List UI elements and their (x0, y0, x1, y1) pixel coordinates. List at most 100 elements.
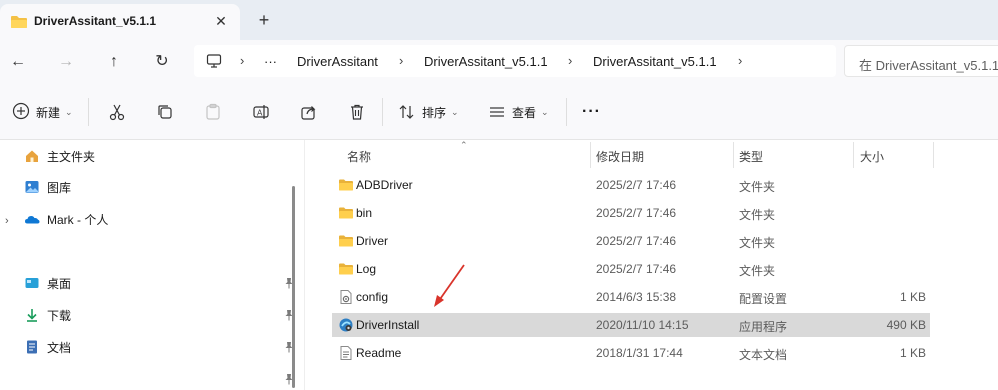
refresh-button[interactable]: ↻ (150, 50, 174, 74)
file-date: 2025/2/7 17:46 (596, 206, 677, 220)
address-row: ← → ↑ ↻ › ··· DriverAssitant › DriverAss… (0, 40, 998, 84)
file-date: 2025/2/7 17:46 (596, 262, 677, 276)
view-button[interactable]: 查看 ⌄ (488, 102, 549, 122)
breadcrumb-chevron[interactable]: › (738, 53, 742, 68)
up-button[interactable]: ↑ (102, 50, 126, 74)
desktop-icon (24, 275, 40, 291)
table-row[interactable]: bin 2025/2/7 17:46 文件夹 (332, 201, 930, 225)
svg-text:A: A (257, 109, 263, 118)
breadcrumb-chevron[interactable]: › (568, 53, 572, 68)
sidebar-item-desktop[interactable]: 桌面 (24, 273, 71, 293)
file-type: 文件夹 (739, 208, 776, 222)
forward-button[interactable]: → (54, 50, 78, 74)
rename-button[interactable]: A (252, 102, 270, 122)
search-box[interactable]: 在 DriverAssitant_v5.1.1 中搜索 (844, 45, 998, 77)
sidebar-scrollbar[interactable] (292, 186, 295, 388)
folder-icon (10, 15, 28, 32)
column-header-modified[interactable]: 修改日期 (596, 148, 644, 165)
table-row[interactable]: Readme 2018/1/31 17:44 文本文档 1 KB (332, 341, 930, 365)
column-divider[interactable] (590, 142, 591, 168)
share-button[interactable] (300, 102, 318, 122)
expand-chevron-icon[interactable]: › (5, 215, 9, 227)
toolbar-divider (382, 98, 383, 126)
table-row[interactable]: Driver 2025/2/7 17:46 文件夹 (332, 229, 930, 253)
file-name: ADBDriver (356, 178, 413, 192)
tab-active[interactable]: DriverAssitant_v5.1.1 ✕ (0, 4, 240, 40)
sidebar-item-gallery[interactable]: 图库 (24, 177, 71, 197)
breadcrumb-item[interactable]: DriverAssitant_v5.1.1 (593, 54, 717, 69)
file-type: 文件夹 (739, 264, 776, 278)
file-name: config (356, 290, 389, 304)
column-header-type[interactable]: 类型 (739, 148, 763, 165)
file-date: 2018/1/31 17:44 (596, 346, 683, 360)
table-row[interactable]: config 2014/6/3 15:38 配置设置 1 KB (332, 285, 930, 309)
more-options-button[interactable]: ··· (582, 102, 601, 122)
file-type: 文件夹 (739, 180, 776, 194)
sidebar-item-onedrive[interactable]: Mark - 个人 (24, 209, 108, 229)
file-name: Log (356, 262, 377, 276)
toolbar-divider (88, 98, 89, 126)
folder-icon (338, 261, 354, 277)
file-name: Readme (356, 346, 402, 360)
column-header-size[interactable]: 大小 (860, 148, 884, 165)
share-icon (301, 106, 316, 120)
file-list: ⌃ 名称 修改日期 类型 大小 ADBDriver 2025/2/7 17:46… (305, 140, 998, 390)
cut-button[interactable] (108, 102, 126, 122)
toolbar-divider (566, 98, 567, 126)
breadcrumb-item[interactable]: DriverAssitant_v5.1.1 (424, 54, 548, 69)
folder-icon (338, 205, 354, 221)
scissors-icon (109, 104, 125, 121)
file-date: 2025/2/7 17:46 (596, 178, 677, 192)
search-placeholder: 在 DriverAssitant_v5.1.1 中搜索 (859, 58, 998, 73)
column-header-name[interactable]: 名称 (347, 148, 371, 165)
back-button[interactable]: ← (6, 50, 30, 74)
sidebar-item-downloads[interactable]: 下载 (24, 305, 71, 325)
view-icon (490, 107, 504, 117)
chevron-down-icon: ⌄ (65, 106, 73, 117)
breadcrumb-overflow[interactable]: ··· (264, 54, 277, 69)
sidebar-item-label: 图库 (47, 180, 72, 195)
sort-icon (399, 105, 414, 119)
new-label: 新建 (36, 105, 61, 120)
new-button[interactable]: 新建 ⌄ (12, 102, 73, 122)
table-row[interactable]: Log 2025/2/7 17:46 文件夹 (332, 257, 930, 281)
documents-icon (24, 339, 40, 355)
table-row[interactable]: ADBDriver 2025/2/7 17:46 文件夹 (332, 173, 930, 197)
add-icon (12, 102, 30, 123)
copy-icon (158, 105, 172, 119)
file-name: Driver (356, 234, 388, 248)
breadcrumb-item[interactable]: DriverAssitant (297, 54, 378, 69)
delete-button[interactable] (348, 102, 366, 122)
breadcrumb-chevron[interactable]: › (399, 53, 403, 68)
chevron-down-icon: ⌄ (541, 106, 549, 117)
sidebar-item-label: Mark - 个人 (47, 212, 109, 227)
file-size: 1 KB (899, 346, 926, 360)
table-row-selected[interactable]: DriverInstall 2020/11/10 14:15 应用程序 490 … (332, 313, 930, 337)
new-tab-button[interactable]: + (254, 10, 274, 30)
paste-button[interactable] (204, 102, 222, 122)
column-divider[interactable] (933, 142, 934, 168)
file-name: bin (356, 206, 373, 220)
command-bar: 新建 ⌄ A 排序 ⌄ 查看 ⌄ ··· (0, 84, 998, 140)
sidebar-item-label: 桌面 (47, 276, 72, 291)
column-divider[interactable] (853, 142, 854, 168)
breadcrumb-chevron[interactable]: › (240, 53, 244, 68)
trash-icon (351, 104, 363, 120)
annotation-arrow-icon (434, 264, 465, 307)
sort-button[interactable]: 排序 ⌄ (398, 102, 459, 122)
column-divider[interactable] (733, 142, 734, 168)
home-icon (24, 148, 40, 164)
close-tab-icon[interactable]: ✕ (212, 12, 230, 30)
sidebar-item-home[interactable]: 主文件夹 (24, 146, 95, 166)
this-pc-icon[interactable] (206, 53, 222, 72)
sidebar-item-label: 主文件夹 (47, 149, 96, 164)
view-label: 查看 (512, 105, 537, 120)
file-type: 文件夹 (739, 236, 776, 250)
file-size: 490 KB (886, 318, 926, 332)
rename-icon: A (253, 105, 269, 119)
app-icon (338, 317, 354, 333)
sidebar-item-documents[interactable]: 文档 (24, 337, 71, 357)
gallery-icon (24, 179, 40, 195)
copy-button[interactable] (156, 102, 174, 122)
address-bar[interactable]: › ··· DriverAssitant › DriverAssitant_v5… (194, 45, 836, 77)
